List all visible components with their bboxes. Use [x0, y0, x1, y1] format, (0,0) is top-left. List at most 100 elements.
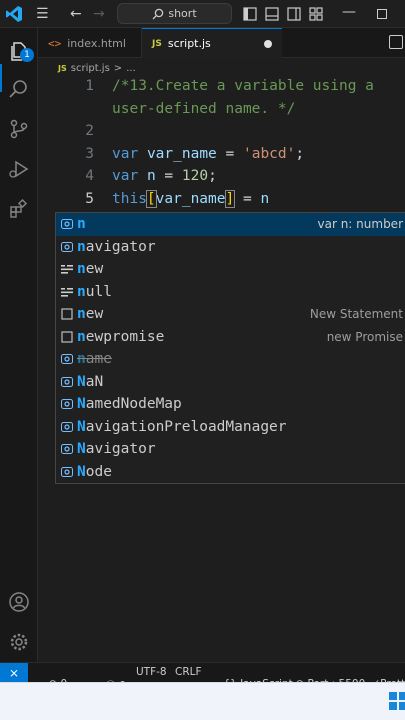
js-file-icon: JS	[152, 38, 162, 49]
suggestion-label: name	[77, 351, 112, 367]
suggestion-label: navigator	[77, 239, 156, 255]
code-line-5: this[var_name] = n	[112, 189, 269, 208]
suggestion-label: Node	[77, 464, 112, 480]
suggestion-detail: new Promise	[326, 329, 403, 344]
suggestion-item[interactable]: name	[56, 348, 405, 371]
line-number: 1	[85, 78, 94, 94]
variable-icon	[61, 218, 73, 230]
punctuation: ;	[208, 168, 217, 184]
activity-bar: 1	[0, 28, 38, 662]
line-ending[interactable]: CRLF	[175, 666, 202, 678]
tab-script-js[interactable]: JS script.js	[142, 28, 282, 58]
suggestion-label: NaN	[77, 374, 103, 390]
keyword-icon	[61, 286, 73, 298]
operator: =	[234, 190, 261, 207]
suggestion-item[interactable]: n var n: number	[56, 213, 405, 236]
match-highlight: n	[77, 306, 86, 323]
suggestion-rest: ew	[85, 306, 104, 323]
suggestion-item[interactable]: Navigator	[56, 438, 405, 461]
minimize-icon[interactable]: —	[342, 4, 356, 20]
suggestion-label: NavigationPreloadManager	[77, 419, 287, 435]
code-line-3: var var_name = 'abcd';	[112, 146, 304, 162]
number-literal: 120	[181, 168, 209, 184]
html-file-icon: <>	[48, 36, 62, 50]
suggestion-label: newpromise	[77, 329, 164, 345]
suggestion-item[interactable]: new New Statement	[56, 303, 405, 326]
os-taskbar	[0, 682, 405, 720]
identifier: var_name	[155, 190, 226, 207]
keyword-icon	[61, 263, 73, 275]
suggestion-detail: New Statement	[309, 307, 403, 322]
suggestion-item[interactable]: new	[56, 258, 405, 281]
extensions-icon[interactable]	[8, 198, 30, 220]
suggestion-label: n	[77, 216, 86, 232]
variable-icon	[61, 376, 73, 388]
variable-icon	[61, 398, 73, 410]
editor-tabs: <> index.html JS script.js	[38, 28, 405, 58]
suggestion-item[interactable]: NavigationPreloadManager	[56, 416, 405, 439]
suggestion-label: new	[77, 306, 103, 322]
keyword: var	[112, 168, 139, 184]
remote-indicator-icon[interactable]: ⨯	[0, 663, 28, 682]
run-and-debug-icon[interactable]	[8, 158, 30, 180]
js-file-icon: JS	[58, 63, 67, 73]
source-control-icon[interactable]	[8, 118, 30, 140]
match-highlight: N	[77, 373, 86, 390]
code-line-1-wrap: user-defined name. */	[112, 100, 296, 117]
suggestion-rest: aN	[85, 373, 104, 390]
breadcrumb-file[interactable]: script.js	[71, 63, 110, 74]
forward-arrow-icon[interactable]: →	[93, 6, 105, 22]
menu-icon[interactable]: ☰	[36, 6, 49, 22]
match-highlight: n	[77, 351, 86, 368]
suggestion-item[interactable]: null	[56, 281, 405, 304]
code-line-1: /*13.Create a variable using a	[112, 78, 374, 94]
customize-layout-icon[interactable]	[309, 7, 323, 21]
suggestion-item[interactable]: navigator	[56, 236, 405, 259]
toggle-secondary-sidebar-icon[interactable]	[287, 7, 301, 21]
string-literal: 'abcd'	[242, 145, 296, 162]
vscode-logo-icon	[6, 6, 22, 22]
split-editor-icon[interactable]	[389, 35, 403, 49]
suggestion-item[interactable]: newpromise new Promise	[56, 326, 405, 349]
suggestion-detail: var n: number	[317, 217, 404, 232]
identifier: n	[146, 168, 156, 184]
suggestion-label: Navigator	[77, 441, 156, 457]
match-highlight: N	[77, 396, 86, 413]
suggestion-item[interactable]: Node	[56, 461, 405, 484]
suggestion-item[interactable]: NaN	[56, 371, 405, 394]
unsaved-dot-icon[interactable]	[264, 40, 272, 48]
punctuation: ;	[295, 145, 305, 162]
manage-gear-icon[interactable]	[8, 631, 30, 653]
match-highlight: n	[77, 238, 86, 255]
toggle-primary-sidebar-icon[interactable]	[243, 7, 257, 21]
variable-icon	[61, 241, 73, 253]
code-line-4: var n = 120;	[112, 168, 217, 184]
identifier: var_name	[146, 145, 217, 162]
match-highlight: N	[77, 441, 86, 458]
active-view-indicator	[0, 64, 2, 92]
search-icon[interactable]	[8, 78, 30, 100]
line-number: 4	[85, 168, 94, 184]
command-center-search[interactable]: short	[117, 3, 232, 24]
snippet-icon	[61, 308, 73, 320]
keyword: this	[112, 190, 147, 207]
suggestion-rest: ewpromise	[85, 328, 165, 345]
match-highlight: N	[77, 463, 86, 480]
accounts-icon[interactable]	[8, 591, 30, 613]
suggestion-rest: avigator	[85, 441, 156, 458]
windows-start-icon[interactable]	[389, 692, 405, 710]
toggle-panel-icon[interactable]	[265, 7, 279, 21]
tab-index-html[interactable]: <> index.html	[38, 28, 142, 58]
suggestion-item[interactable]: NamedNodeMap	[56, 393, 405, 416]
suggestion-label: new	[77, 261, 103, 277]
back-arrow-icon[interactable]: ←	[70, 6, 82, 22]
bracket: [	[145, 189, 157, 208]
breadcrumb-symbol[interactable]: ...	[126, 63, 136, 74]
encoding[interactable]: UTF-8	[136, 666, 167, 678]
suggestion-rest: ame	[85, 351, 112, 368]
maximize-icon[interactable]	[377, 9, 387, 19]
line-number: 5	[85, 190, 94, 207]
suggestion-rest: avigator	[85, 238, 156, 255]
variable-icon	[61, 466, 73, 478]
operator: =	[155, 168, 182, 184]
